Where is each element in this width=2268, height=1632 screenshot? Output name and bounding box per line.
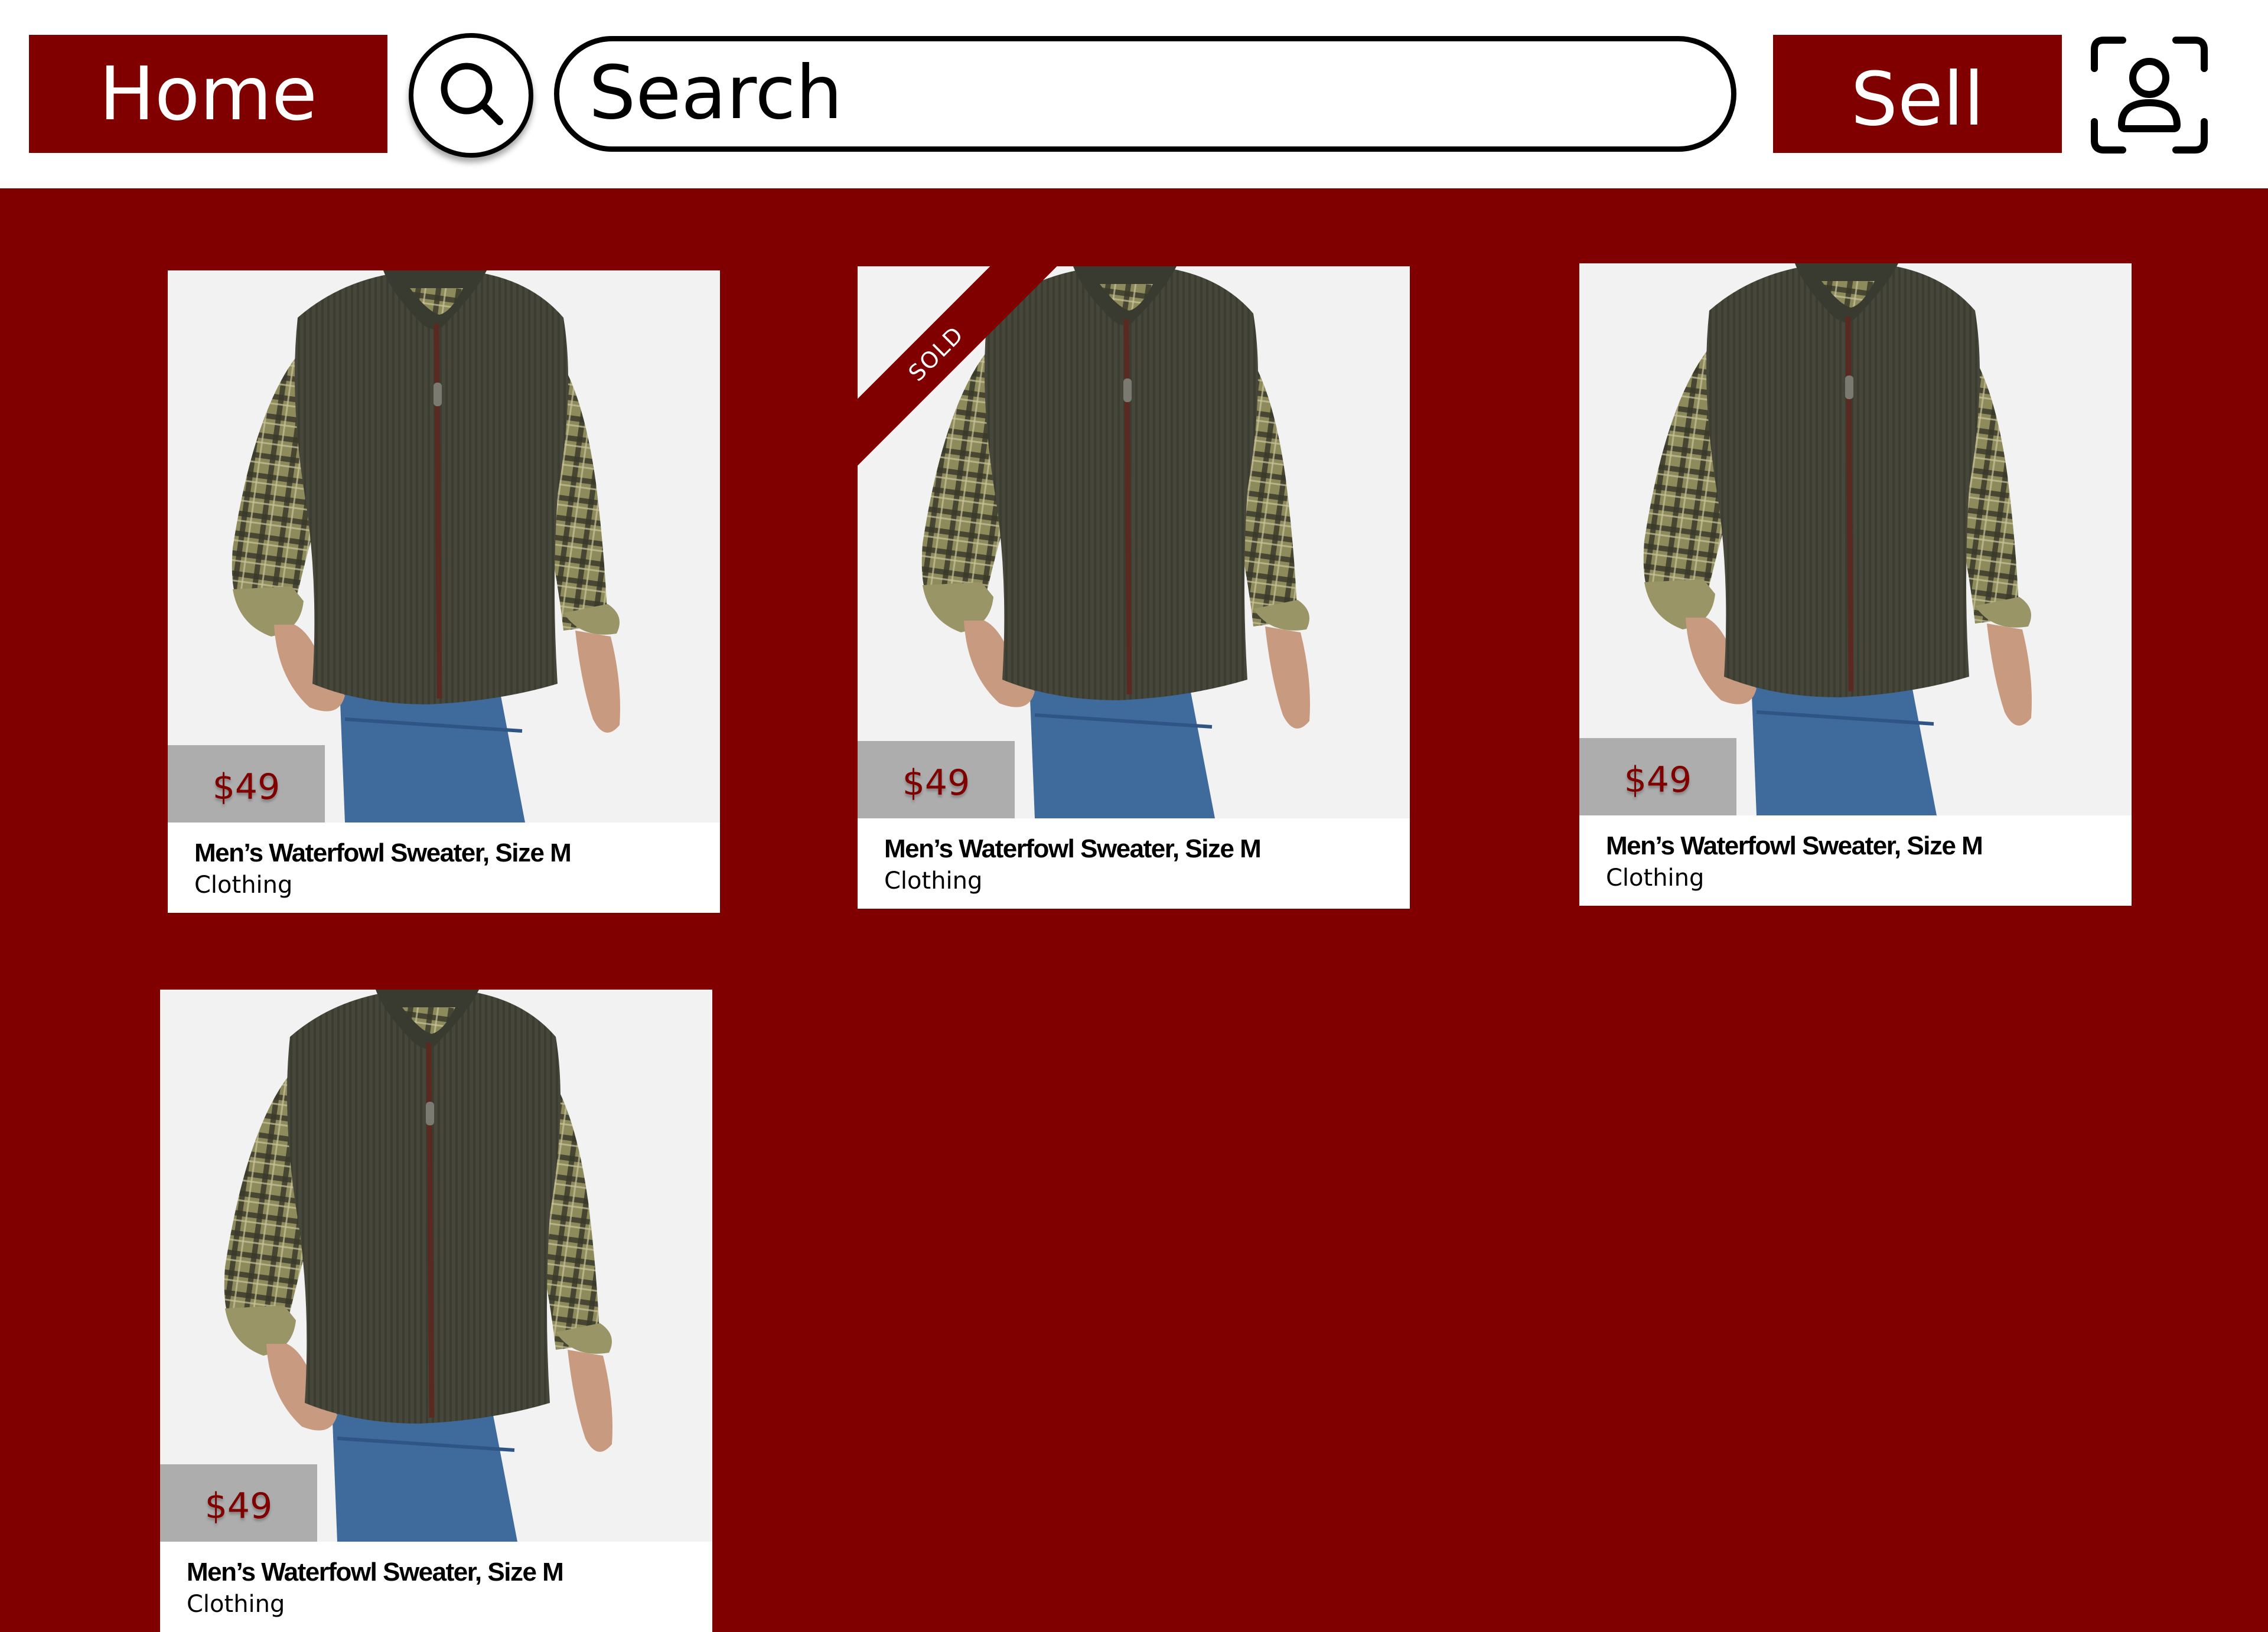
top-header: Home Sell (0, 0, 2268, 188)
listing-title: Men’s Waterfowl Sweater, Size M (187, 1558, 564, 1587)
listing-card[interactable]: $49 Men’s Waterfowl Sweater, Size M Clot… (168, 270, 720, 913)
product-photo (1579, 263, 2132, 815)
search-bar[interactable] (554, 36, 1736, 152)
sell-button[interactable]: Sell (1773, 35, 2062, 153)
listing-title: Men’s Waterfowl Sweater, Size M (884, 834, 1262, 863)
listing-card[interactable]: SOLD $49 Men’s Waterfowl Sweater, Size M… (858, 266, 1410, 909)
listing-card[interactable]: $49 Men’s Waterfowl Sweater, Size M Clot… (1579, 263, 2132, 906)
search-icon (441, 63, 503, 125)
product-photo (160, 990, 712, 1542)
search-button[interactable] (409, 33, 533, 158)
price-tag: $49 (160, 1464, 317, 1542)
listing-category: Clothing (187, 1591, 285, 1618)
listing-category: Clothing (884, 867, 983, 895)
listing-category: Clothing (1606, 864, 1705, 892)
listing-title: Men’s Waterfowl Sweater, Size M (194, 838, 572, 867)
user-scan-icon[interactable] (2091, 37, 2208, 154)
listing-title: Men’s Waterfowl Sweater, Size M (1606, 831, 1983, 860)
listing-category: Clothing (194, 872, 293, 899)
home-button[interactable]: Home (29, 35, 387, 153)
search-input[interactable] (589, 48, 1699, 137)
price-tag: $49 (168, 745, 325, 822)
listing-card[interactable]: $49 Men’s Waterfowl Sweater, Size M Clot… (160, 990, 712, 1632)
price-tag: $49 (1579, 738, 1736, 815)
product-photo (168, 270, 720, 822)
price-tag: $49 (858, 741, 1015, 818)
